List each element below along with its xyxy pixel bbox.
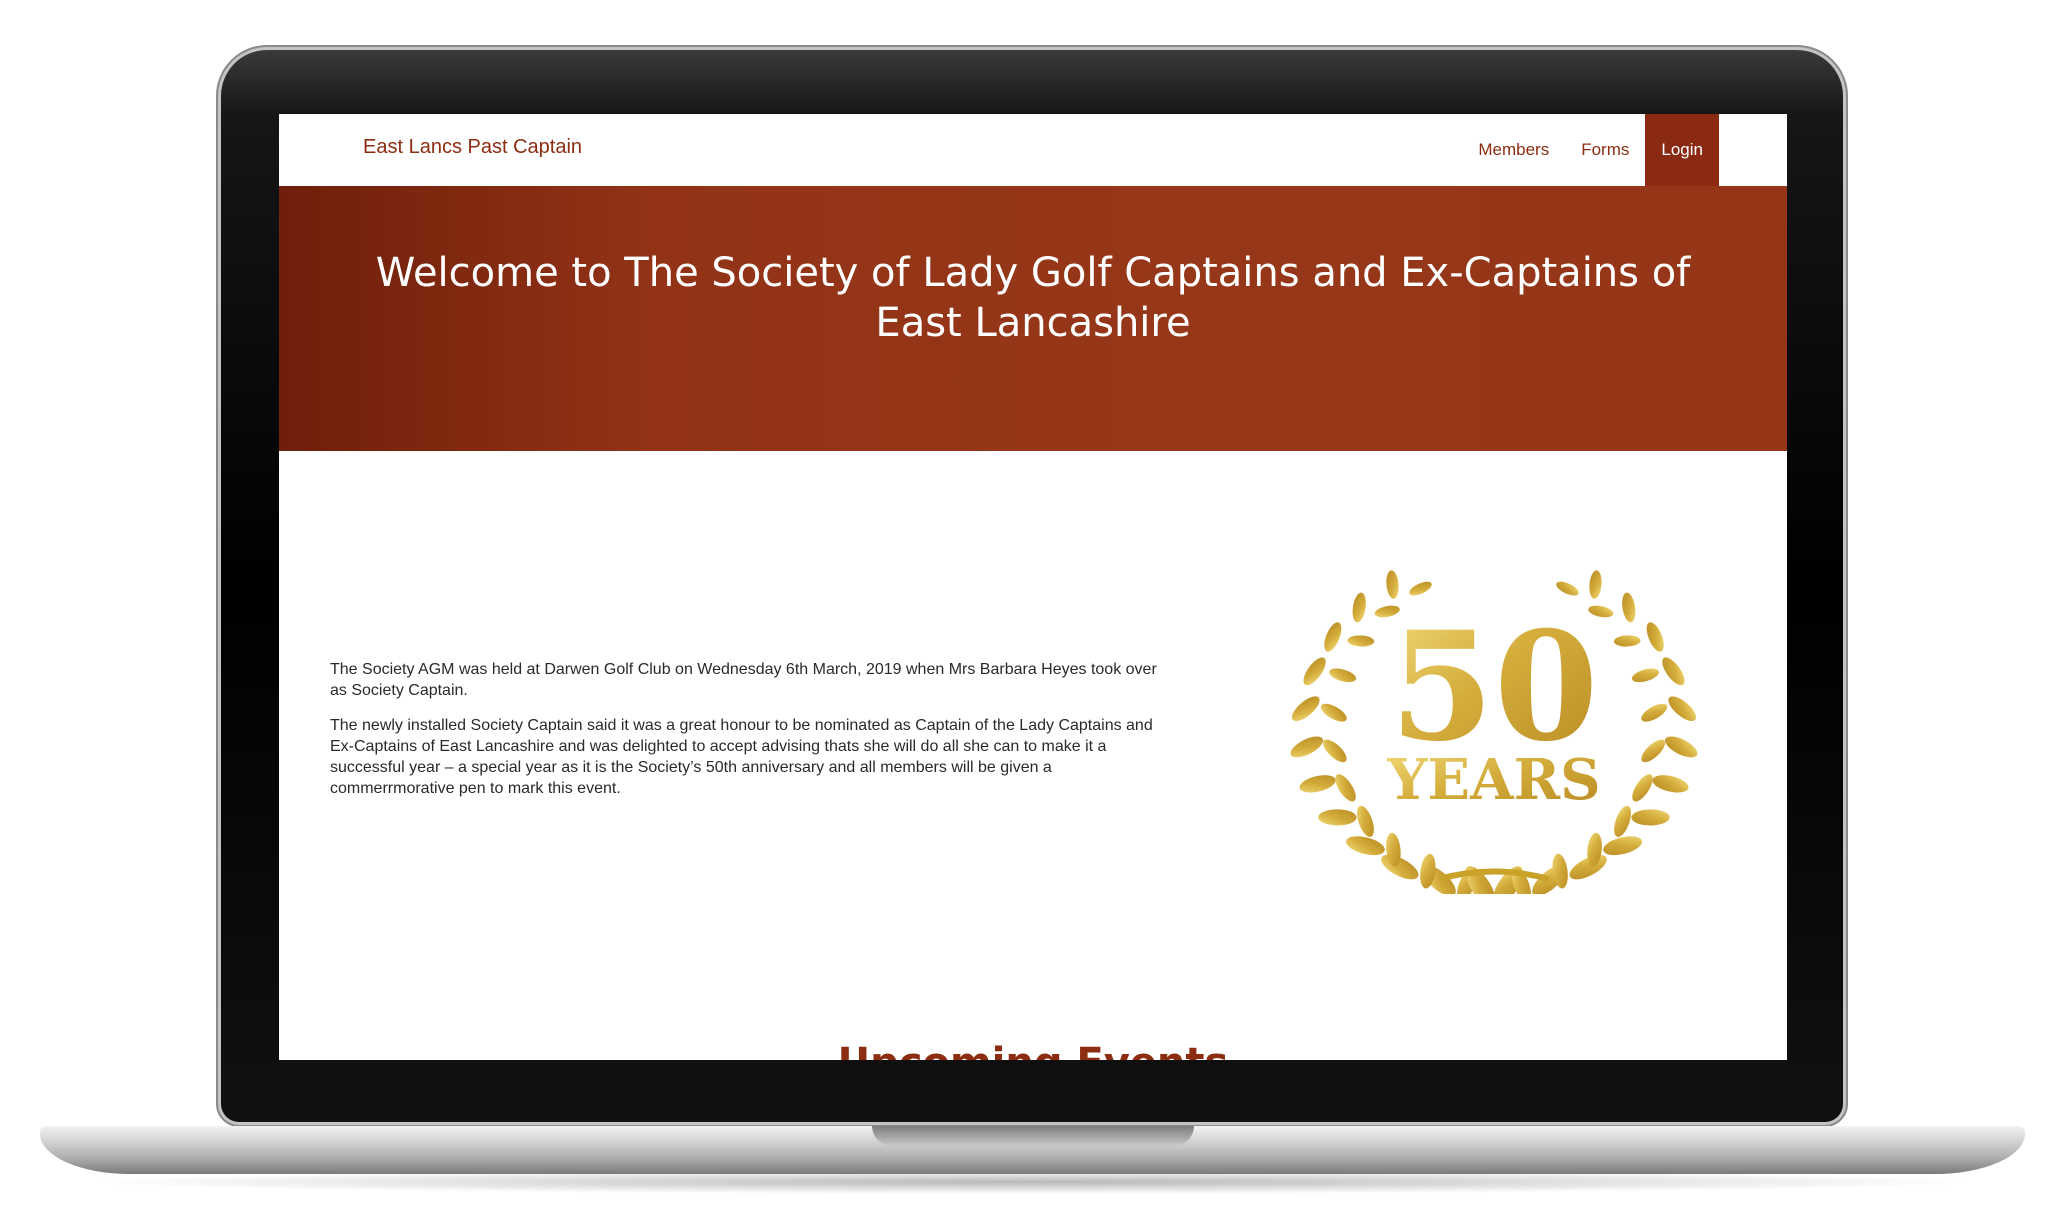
upcoming-events-heading: Upcoming Events <box>279 1040 1787 1060</box>
news-text: The Society AGM was held at Darwen Golf … <box>330 659 1160 813</box>
emblem-word: YEARS <box>1386 747 1600 813</box>
hero-title: Welcome to The Society of Lady Golf Capt… <box>375 250 1691 346</box>
navbar: East Lancs Past Captain Members Forms Lo… <box>279 114 1787 186</box>
hero-banner: Welcome to The Society of Lady Golf Capt… <box>279 186 1787 451</box>
nav-links: Members Forms Login <box>1462 114 1719 186</box>
news-paragraph-captain: The newly installed Society Captain said… <box>330 717 1153 797</box>
nav-link-forms[interactable]: Forms <box>1565 114 1645 186</box>
website-screen: East Lancs Past Captain Members Forms Lo… <box>279 114 1787 1060</box>
news-paragraph-agm: The Society AGM was held at Darwen Golf … <box>330 661 1157 699</box>
site-brand-link[interactable]: East Lancs Past Captain <box>363 136 582 159</box>
fifty-years-emblem: 50 YEARS <box>1290 570 1698 894</box>
nav-link-login[interactable]: Login <box>1645 114 1719 186</box>
laptop-notch <box>872 1126 1194 1146</box>
nav-link-members[interactable]: Members <box>1462 114 1565 186</box>
